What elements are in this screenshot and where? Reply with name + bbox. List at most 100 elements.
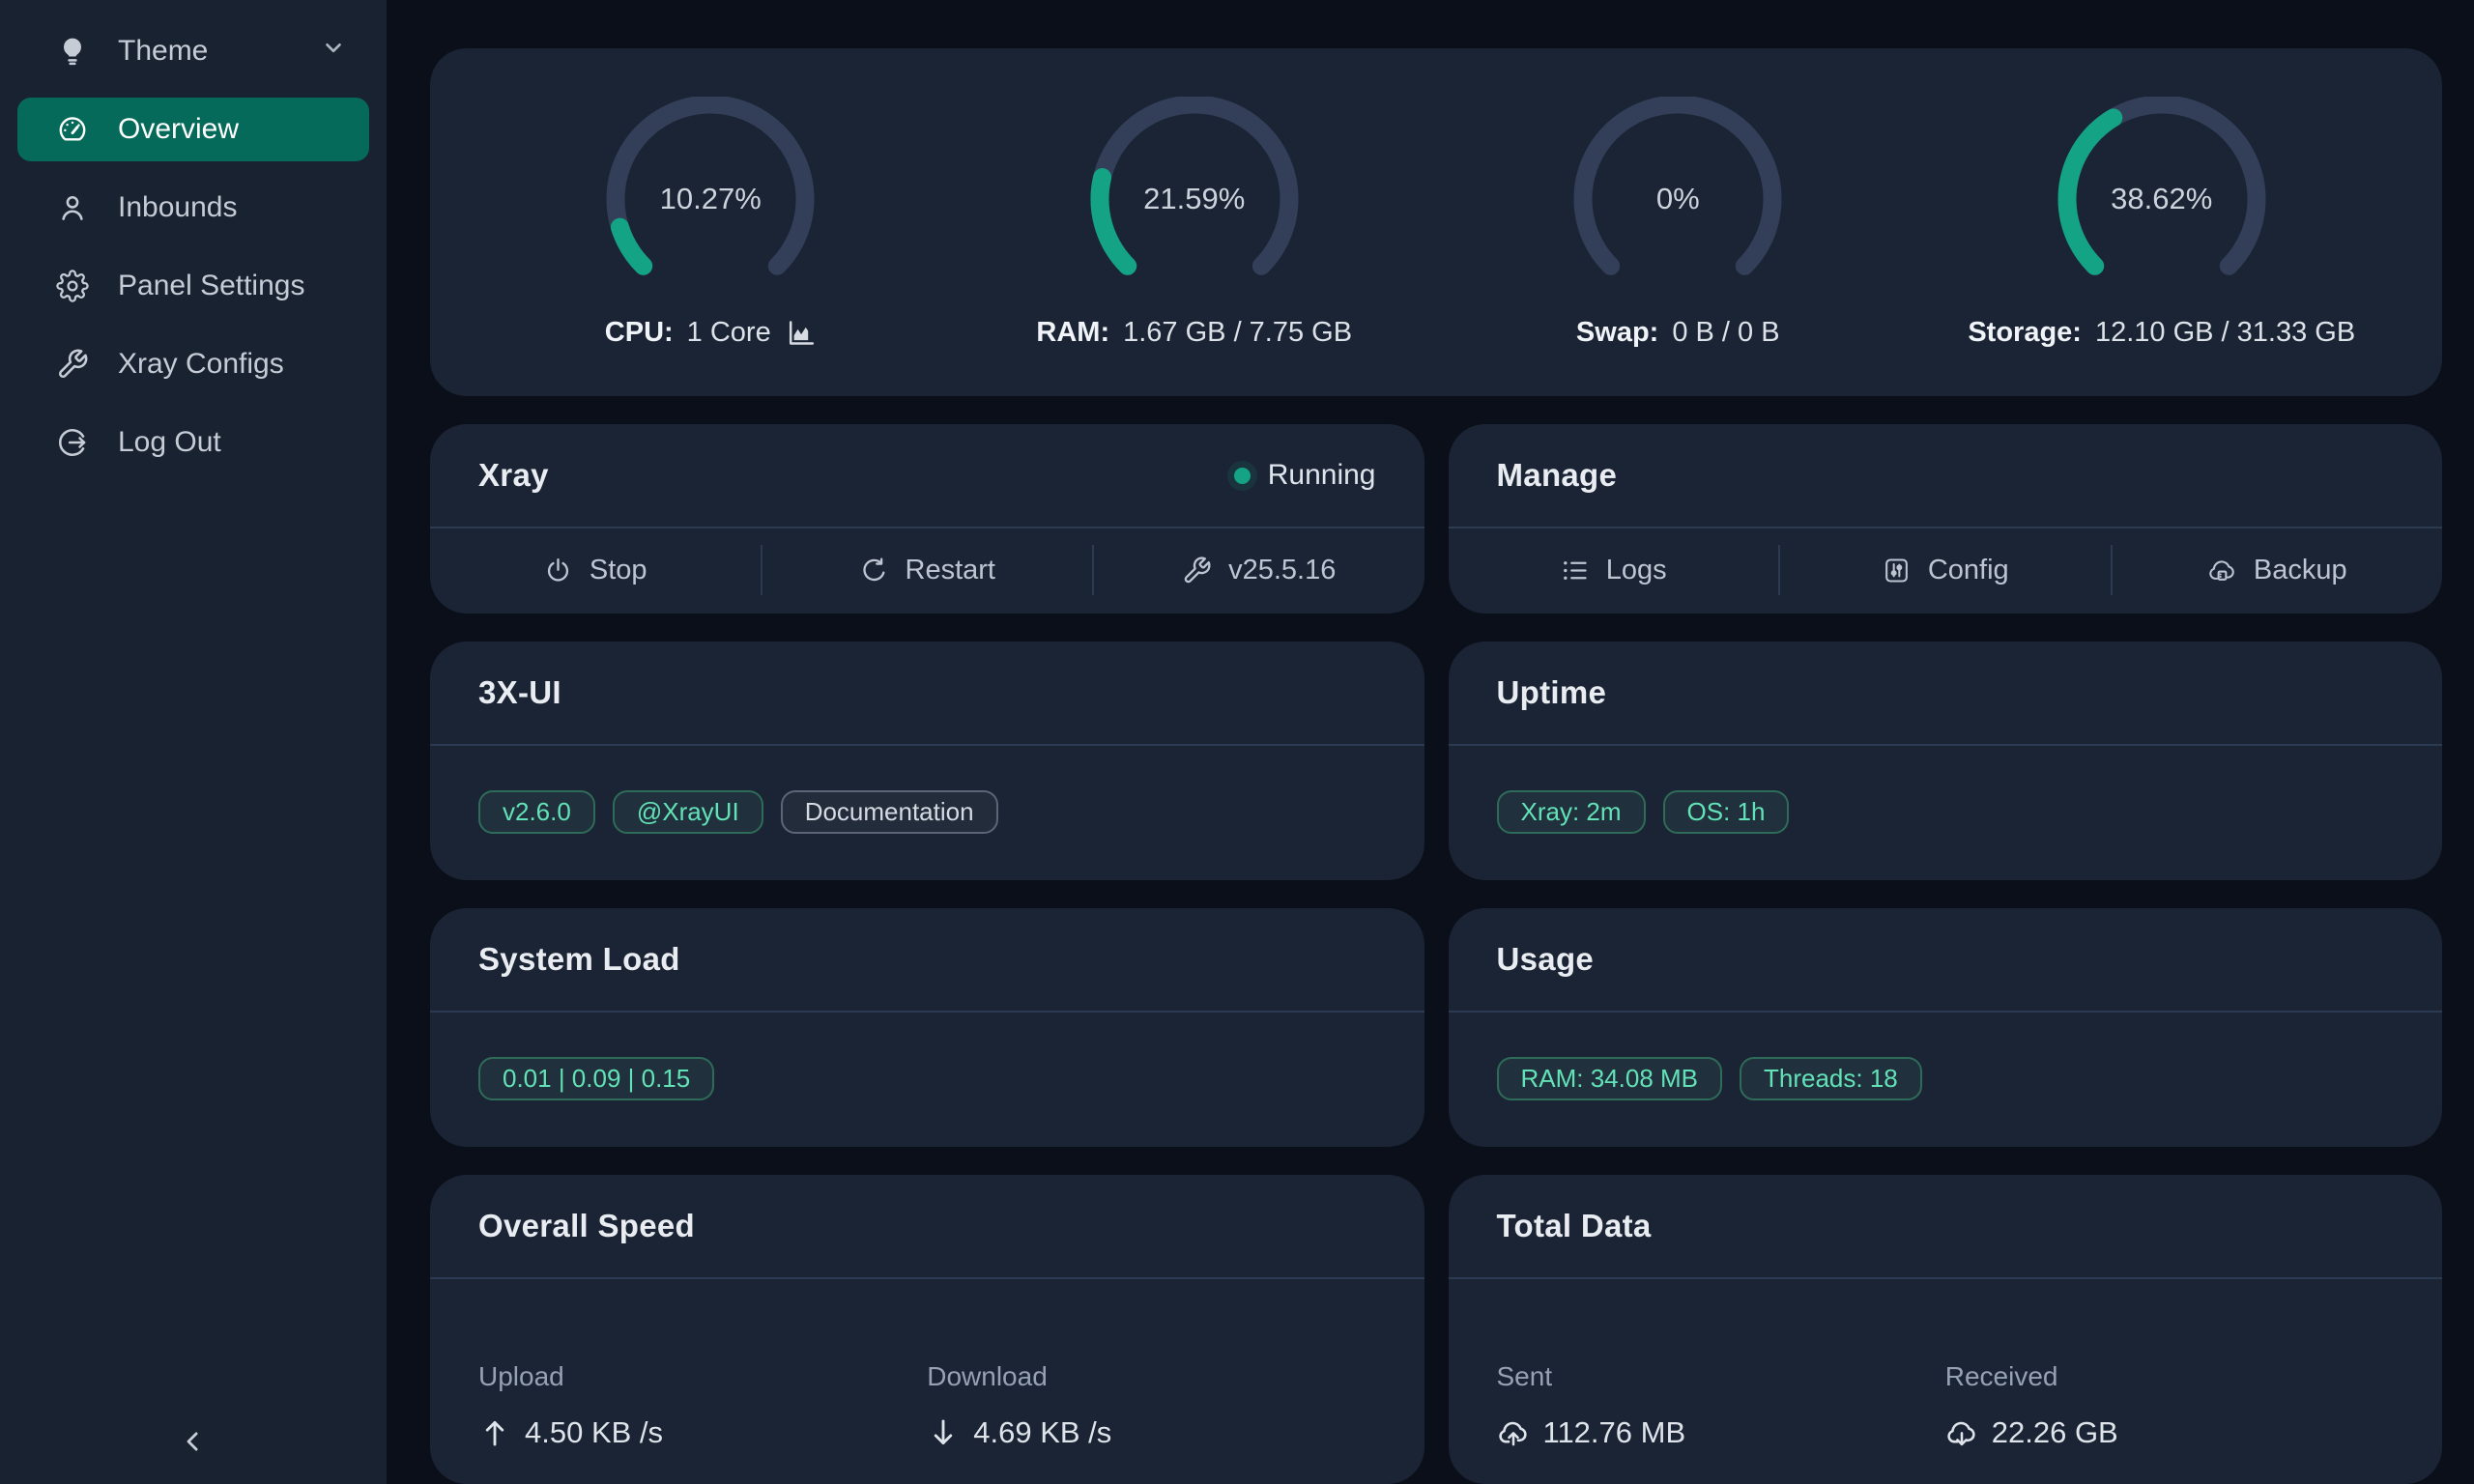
overall-speed-title: Overall Speed (478, 1208, 695, 1244)
backup-button[interactable]: Backup (2113, 528, 2443, 612)
uptime-tags: Xray: 2m OS: 1h (1449, 746, 2443, 878)
sidebar: Theme Overview Inbounds (0, 0, 387, 1484)
swap-label: Swap: 0 B / 0 B (1576, 317, 1780, 349)
ram-gauge: 21.59% RAM: 1.67 GB / 7.75 GB (953, 97, 1437, 349)
wrench-icon (56, 348, 89, 381)
download-value: 4.69 KB /s (927, 1415, 1375, 1450)
overall-speed-card-header: Overall Speed (430, 1175, 1424, 1279)
total-data-title: Total Data (1497, 1208, 1652, 1244)
speedometer-icon (56, 113, 89, 146)
xray-uptime-tag: Xray: 2m (1497, 790, 1646, 834)
cloud-upload-icon (1497, 1416, 1530, 1449)
swap-gauge: 0% Swap: 0 B / 0 B (1436, 97, 1920, 349)
logs-button[interactable]: Logs (1449, 528, 1779, 612)
xray-actions: Stop Restart v25.5.16 (430, 528, 1424, 612)
xray-title: Xray (478, 457, 549, 494)
row-speed-data: Overall Speed Upload 4.50 KB /s Download (430, 1175, 2442, 1484)
restart-icon (859, 556, 889, 585)
download-label: Download (927, 1361, 1375, 1392)
wrench-icon (1182, 556, 1212, 585)
uptime-title: Uptime (1497, 674, 1607, 711)
received-label: Received (1945, 1361, 2394, 1392)
upload-metric: Upload 4.50 KB /s (478, 1361, 927, 1450)
sliders-icon (1882, 556, 1912, 585)
config-button[interactable]: Config (1780, 528, 2111, 612)
os-uptime-tag: OS: 1h (1663, 790, 1790, 834)
user-icon (56, 191, 89, 224)
ram-percent: 21.59% (1079, 182, 1310, 216)
cpu-gauge-arc: 10.27% (594, 97, 826, 301)
xrayui-link-tag[interactable]: @XrayUI (613, 790, 763, 834)
cpu-percent: 10.27% (594, 182, 826, 216)
restart-button[interactable]: Restart (762, 528, 1093, 612)
xray-card: Xray Running Stop Res (430, 424, 1424, 614)
system-load-card-header: System Load (430, 908, 1424, 1013)
cpu-gauge: 10.27% CPU: 1 Core (469, 97, 953, 349)
chevron-down-icon (321, 35, 346, 68)
received-metric: Received 22.26 GB (1945, 1361, 2394, 1450)
sidebar-item-theme[interactable]: Theme (17, 19, 369, 83)
xray-card-header: Xray Running (430, 424, 1424, 528)
sidebar-item-label: Theme (118, 35, 208, 68)
manage-title: Manage (1497, 457, 1618, 494)
status-dot-icon (1234, 468, 1251, 484)
upload-value: 4.50 KB /s (478, 1415, 927, 1450)
ram-usage-tag: RAM: 34.08 MB (1497, 1057, 1723, 1100)
main-content: 10.27% CPU: 1 Core 21.59% RAM: (387, 0, 2474, 1484)
usage-card: Usage RAM: 34.08 MB Threads: 18 (1449, 908, 2443, 1147)
xui-tags: v2.6.0 @XrayUI Documentation (430, 746, 1424, 878)
area-chart-icon[interactable] (785, 317, 817, 349)
version-tag[interactable]: v2.6.0 (478, 790, 595, 834)
storage-label: Storage: 12.10 GB / 31.33 GB (1968, 317, 2355, 349)
manage-actions: Logs Config (1449, 528, 2443, 612)
xray-version-button[interactable]: v25.5.16 (1094, 528, 1424, 612)
power-icon (543, 556, 573, 585)
cloud-server-icon (2207, 556, 2237, 585)
total-data-card-header: Total Data (1449, 1175, 2443, 1279)
chevron-left-icon (179, 1427, 208, 1456)
uptime-card-header: Uptime (1449, 642, 2443, 746)
system-load-card: System Load 0.01 | 0.09 | 0.15 (430, 908, 1424, 1147)
sidebar-nav: Theme Overview Inbounds (0, 19, 387, 474)
lightbulb-icon (56, 35, 89, 68)
storage-gauge: 38.62% Storage: 12.10 GB / 31.33 GB (1920, 97, 2404, 349)
sidebar-item-label: Xray Configs (118, 348, 284, 381)
system-load-tags: 0.01 | 0.09 | 0.15 (430, 1013, 1424, 1145)
usage-title: Usage (1497, 941, 1595, 978)
manage-card: Manage Logs Config (1449, 424, 2443, 614)
stop-button[interactable]: Stop (430, 528, 761, 612)
sidebar-item-xray-configs[interactable]: Xray Configs (17, 332, 369, 396)
manage-card-header: Manage (1449, 424, 2443, 528)
documentation-link-tag[interactable]: Documentation (781, 790, 998, 834)
sidebar-item-label: Panel Settings (118, 270, 304, 302)
uptime-card: Uptime Xray: 2m OS: 1h (1449, 642, 2443, 880)
sidebar-item-panel-settings[interactable]: Panel Settings (17, 254, 369, 318)
ram-gauge-arc: 21.59% (1079, 97, 1310, 301)
upload-label: Upload (478, 1361, 927, 1392)
row-load-usage: System Load 0.01 | 0.09 | 0.15 Usage RAM… (430, 908, 2442, 1147)
ram-label: RAM: 1.67 GB / 7.75 GB (1036, 317, 1352, 349)
sidebar-item-overview[interactable]: Overview (17, 98, 369, 161)
usage-card-header: Usage (1449, 908, 2443, 1013)
arrow-up-icon (478, 1416, 511, 1449)
overall-speed-card: Overall Speed Upload 4.50 KB /s Download (430, 1175, 1424, 1484)
load-average-tag: 0.01 | 0.09 | 0.15 (478, 1057, 714, 1100)
system-stats-card: 10.27% CPU: 1 Core 21.59% RAM: (430, 48, 2442, 396)
xui-title: 3X-UI (478, 674, 561, 711)
sidebar-item-inbounds[interactable]: Inbounds (17, 176, 369, 240)
gear-icon (56, 270, 89, 302)
sent-label: Sent (1497, 1361, 1945, 1392)
storage-percent: 38.62% (2046, 182, 2278, 216)
received-value: 22.26 GB (1945, 1415, 2394, 1450)
threads-tag: Threads: 18 (1740, 1057, 1922, 1100)
overall-speed-body: Upload 4.50 KB /s Download 4.69 K (430, 1279, 1424, 1450)
list-icon (1560, 556, 1590, 585)
sidebar-collapse-button[interactable] (172, 1420, 215, 1463)
total-data-card: Total Data Sent 112.76 MB Received (1449, 1175, 2443, 1484)
sidebar-item-log-out[interactable]: Log Out (17, 411, 369, 474)
swap-percent: 0% (1562, 182, 1794, 216)
xui-card-header: 3X-UI (430, 642, 1424, 746)
row-xray-manage: Xray Running Stop Res (430, 424, 2442, 614)
swap-gauge-arc: 0% (1562, 97, 1794, 301)
xray-status: Running (1234, 459, 1376, 492)
